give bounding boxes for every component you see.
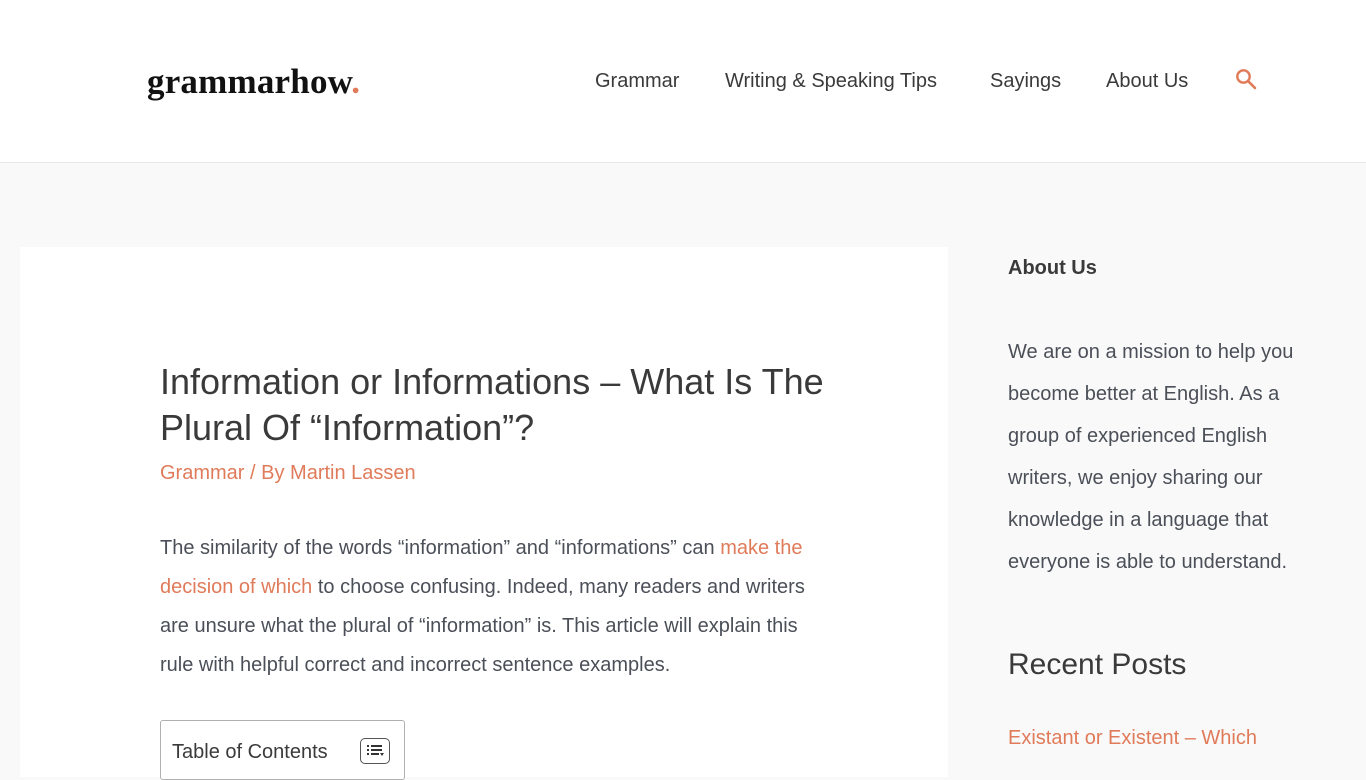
article-card <box>20 247 948 777</box>
article-intro: The similarity of the words “information… <box>160 529 820 685</box>
table-of-contents: Table of Contents <box>160 720 405 780</box>
toc-label: Table of Contents <box>172 741 328 763</box>
nav-item-about-us[interactable]: About Us <box>1106 66 1188 96</box>
intro-text-1: The similarity of the words “information… <box>160 537 721 559</box>
about-heading: About Us <box>1008 257 1097 279</box>
list-toggle-icon <box>367 745 384 756</box>
logo-text: grammarhow <box>147 62 352 101</box>
search-icon <box>1236 69 1257 90</box>
toc-toggle-button[interactable] <box>360 738 390 764</box>
author-link[interactable]: Martin Lassen <box>290 462 416 484</box>
nav-item-sayings[interactable]: Sayings <box>990 66 1061 96</box>
by-separator: / By <box>244 462 291 484</box>
category-link[interactable]: Grammar <box>160 462 244 484</box>
site-logo[interactable]: grammarhow. <box>147 60 360 104</box>
article-title: Information or Informations – What Is Th… <box>160 361 824 448</box>
article-meta: Grammar / By Martin Lassen <box>160 460 416 486</box>
search-button[interactable] <box>1235 68 1261 94</box>
nav-item-writing-speaking-tips[interactable]: Writing & Speaking Tips <box>725 66 937 96</box>
recent-posts-heading: Recent Posts <box>1008 648 1187 681</box>
about-text: We are on a mission to help you become b… <box>1008 341 1294 573</box>
logo-dot: . <box>351 62 361 101</box>
recent-post-link[interactable]: Existant or Existent – Which <box>1008 724 1257 752</box>
nav-item-grammar[interactable]: Grammar <box>595 66 679 96</box>
site-header: grammarhow. Grammar Writing & Speaking T… <box>0 0 1366 163</box>
